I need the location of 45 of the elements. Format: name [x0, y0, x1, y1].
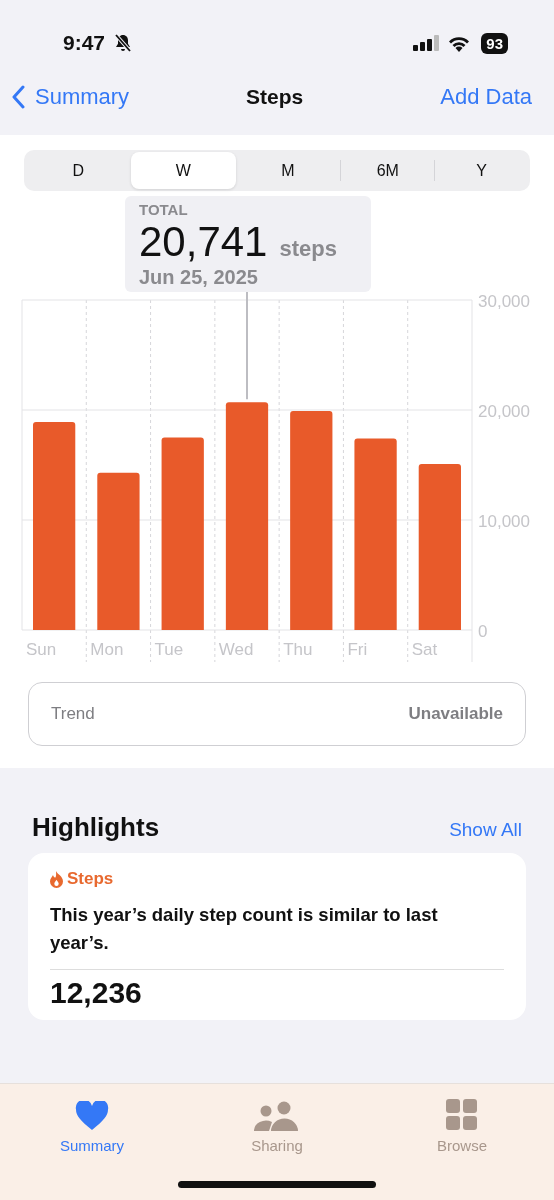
x-axis-label: Tue: [154, 640, 184, 659]
segment-tab[interactable]: D: [26, 152, 131, 189]
x-axis-label: Sun: [26, 640, 57, 659]
segment-tab[interactable]: W: [130, 152, 236, 189]
x-axis-label: Thu: [283, 640, 313, 659]
battery-level: 93: [481, 32, 508, 54]
category-label: Steps: [67, 869, 114, 889]
x-axis-label: Wed: [218, 640, 254, 659]
unit-label: steps: [279, 236, 337, 262]
people-icon: [254, 1101, 300, 1131]
tooltip-label: TOTAL: [139, 201, 189, 218]
segment-tab[interactable]: 6M: [340, 160, 435, 181]
grid-icon: [446, 1099, 478, 1131]
date-label: Jun 25, 2025: [139, 266, 259, 289]
highlight-card[interactable]: Steps This year’s daily step count is similar to last year’s. 12,236: [28, 853, 526, 1020]
highlight-value: 12,236: [50, 976, 143, 1010]
back-link[interactable]: Summary: [12, 83, 130, 110]
tab-item[interactable]: Summary: [22, 1092, 162, 1154]
x-axis-label: Sat: [411, 640, 438, 659]
y-axis-label: 10,000: [478, 512, 530, 531]
section-title: Highlights: [32, 812, 160, 843]
page-title: Steps: [246, 84, 304, 109]
tab-item[interactable]: Sharing: [207, 1092, 347, 1154]
trend-row[interactable]: Trend Unavailable: [28, 682, 526, 746]
highlight-text: This year’s daily step count is similar to last year’s.: [50, 903, 439, 955]
bell-muted-icon: [113, 33, 134, 53]
wifi-icon: [447, 34, 472, 52]
show-all-link[interactable]: Show All: [449, 819, 522, 841]
trend-value: Unavailable: [408, 704, 503, 724]
signal-icon: [413, 35, 442, 51]
trend-label: Trend: [51, 704, 95, 724]
flame-icon: [50, 870, 63, 888]
tab-item[interactable]: Browse: [392, 1092, 532, 1154]
y-axis-label: 30,000: [478, 292, 530, 311]
y-axis-label: 0: [478, 622, 488, 641]
total-value: 20,741: [139, 218, 268, 266]
segment-tab[interactable]: M: [235, 152, 341, 189]
heart-icon: [75, 1101, 109, 1131]
status-time: 9:47: [63, 31, 106, 55]
segment-tab[interactable]: Y: [434, 160, 528, 181]
x-axis-label: Mon: [90, 640, 124, 659]
x-axis-label: Fri: [347, 640, 368, 659]
add-data-link[interactable]: Add Data: [440, 83, 532, 110]
chevron-left-icon: [12, 84, 26, 109]
y-axis-label: 20,000: [478, 402, 530, 421]
